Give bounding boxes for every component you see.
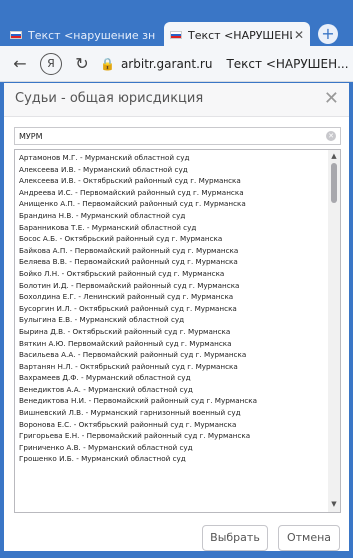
dialog-header: Судьи - общая юрисдикция ✕ [4,83,349,117]
list-item[interactable]: Вяткин А.Ю. Первомайский районный суд г.… [15,338,327,350]
url-text[interactable]: arbitr.garant.ru [121,57,213,71]
list-item[interactable]: Бусоргин И.Л. - Октябрьский районный суд… [15,303,327,315]
scrollbar[interactable]: ▲ ▼ [328,150,340,512]
list-item[interactable]: Босос А.Б. - Октябрьский районный суд г.… [15,233,327,245]
browser-tab-strip: Текст <нарушение знака Текст <НАРУШЕНИЕ … [0,0,353,48]
page-title: Текст <НАРУШЕН... [226,56,349,71]
judges-dialog: Судьи - общая юрисдикция ✕ ✕ Артамонов М… [4,83,349,551]
close-icon[interactable]: ✕ [324,88,339,109]
scroll-down-icon[interactable]: ▼ [329,500,339,510]
new-tab-button[interactable]: + [318,24,338,44]
list-item[interactable]: Венедиктова Н.И. - Первомайский районный… [15,395,327,407]
list-item[interactable]: Григорьева Е.Н. - Первомайский районный … [15,430,327,442]
tab-title: Текст <НАРУШЕНИЕ З [188,28,292,42]
list-item[interactable]: Беляева В.В. - Первомайский районный суд… [15,256,327,268]
list-item[interactable]: Алексеева И.В. - Октябрьский районный су… [15,175,327,187]
list-item[interactable]: Грошенко И.Б. - Мурманский областной суд [15,453,327,465]
list-item[interactable]: Булыгина Е.В. - Мурманский областной суд [15,314,327,326]
list-item[interactable]: Брандина Н.В. - Мурманский областной суд [15,210,327,222]
judges-list: Артамонов М.Г. - Мурманский областной су… [14,149,341,513]
tab-inactive[interactable]: Текст <нарушение знака [10,23,155,47]
list-item[interactable]: Баранникова Т.Е. - Мурманский областной … [15,222,327,234]
list-item[interactable]: Васильева А.А. - Первомайский районный с… [15,349,327,361]
address-bar: ← Я ↻ 🔒 arbitr.garant.ru Текст <НАРУШЕН.… [0,46,353,82]
select-button[interactable]: Выбрать [202,525,268,551]
dialog-title: Судьи - общая юрисдикция [15,91,204,106]
list-item[interactable]: Анищенко А.П. - Первомайский районный су… [15,198,327,210]
tab-active[interactable]: Текст <НАРУШЕНИЕ З ✕ [164,22,310,48]
list-item[interactable]: Артамонов М.Г. - Мурманский областной су… [15,152,327,164]
reload-icon[interactable]: ↻ [68,54,96,73]
search-box: ✕ [14,127,341,145]
list-item[interactable]: Байкова А.П. - Первомайский районный суд… [15,245,327,257]
list-item[interactable]: Бойко Л.Н. - Октябрьский районный суд г.… [15,268,327,280]
tab-title: Текст <нарушение знака [28,28,155,42]
list-item[interactable]: Венедиктов А.А. - Мурманский областной с… [15,384,327,396]
search-input[interactable] [19,129,319,143]
list-item[interactable]: Болотин И.Д. - Первомайский районный суд… [15,280,327,292]
judges-list-items: Артамонов М.Г. - Мурманский областной су… [15,152,327,465]
list-item[interactable]: Вишневский Л.В. - Мурманский гарнизонный… [15,407,327,419]
clear-search-icon[interactable]: ✕ [326,131,336,141]
yandex-icon[interactable]: Я [40,52,62,75]
site-favicon-icon [170,31,182,39]
site-favicon-icon [10,31,22,39]
list-item[interactable]: Андреева И.С. - Первомайский районный су… [15,187,327,199]
list-item[interactable]: Алексеева И.В. - Мурманский областной су… [15,164,327,176]
back-arrow-icon[interactable]: ← [6,54,34,73]
list-item[interactable]: Бырина Д.В. - Октябрьский районный суд г… [15,326,327,338]
scroll-thumb[interactable] [331,163,337,203]
list-item[interactable]: Вахрамеев Д.Ф. - Мурманский областной су… [15,372,327,384]
lock-icon[interactable]: 🔒 [100,57,115,71]
list-item[interactable]: Бохолдина Е.Г. - Ленинский районный суд … [15,291,327,303]
list-item[interactable]: Вартанян Н.Л. - Октябрьский районный суд… [15,361,327,373]
list-item[interactable]: Воронова Е.С. - Октябрьский районный суд… [15,419,327,431]
list-item[interactable]: Гриниченко А.В. - Мурманский областной с… [15,442,327,454]
close-tab-icon[interactable]: ✕ [292,28,306,42]
scroll-up-icon[interactable]: ▲ [329,152,339,162]
cancel-button[interactable]: Отмена [278,525,340,551]
